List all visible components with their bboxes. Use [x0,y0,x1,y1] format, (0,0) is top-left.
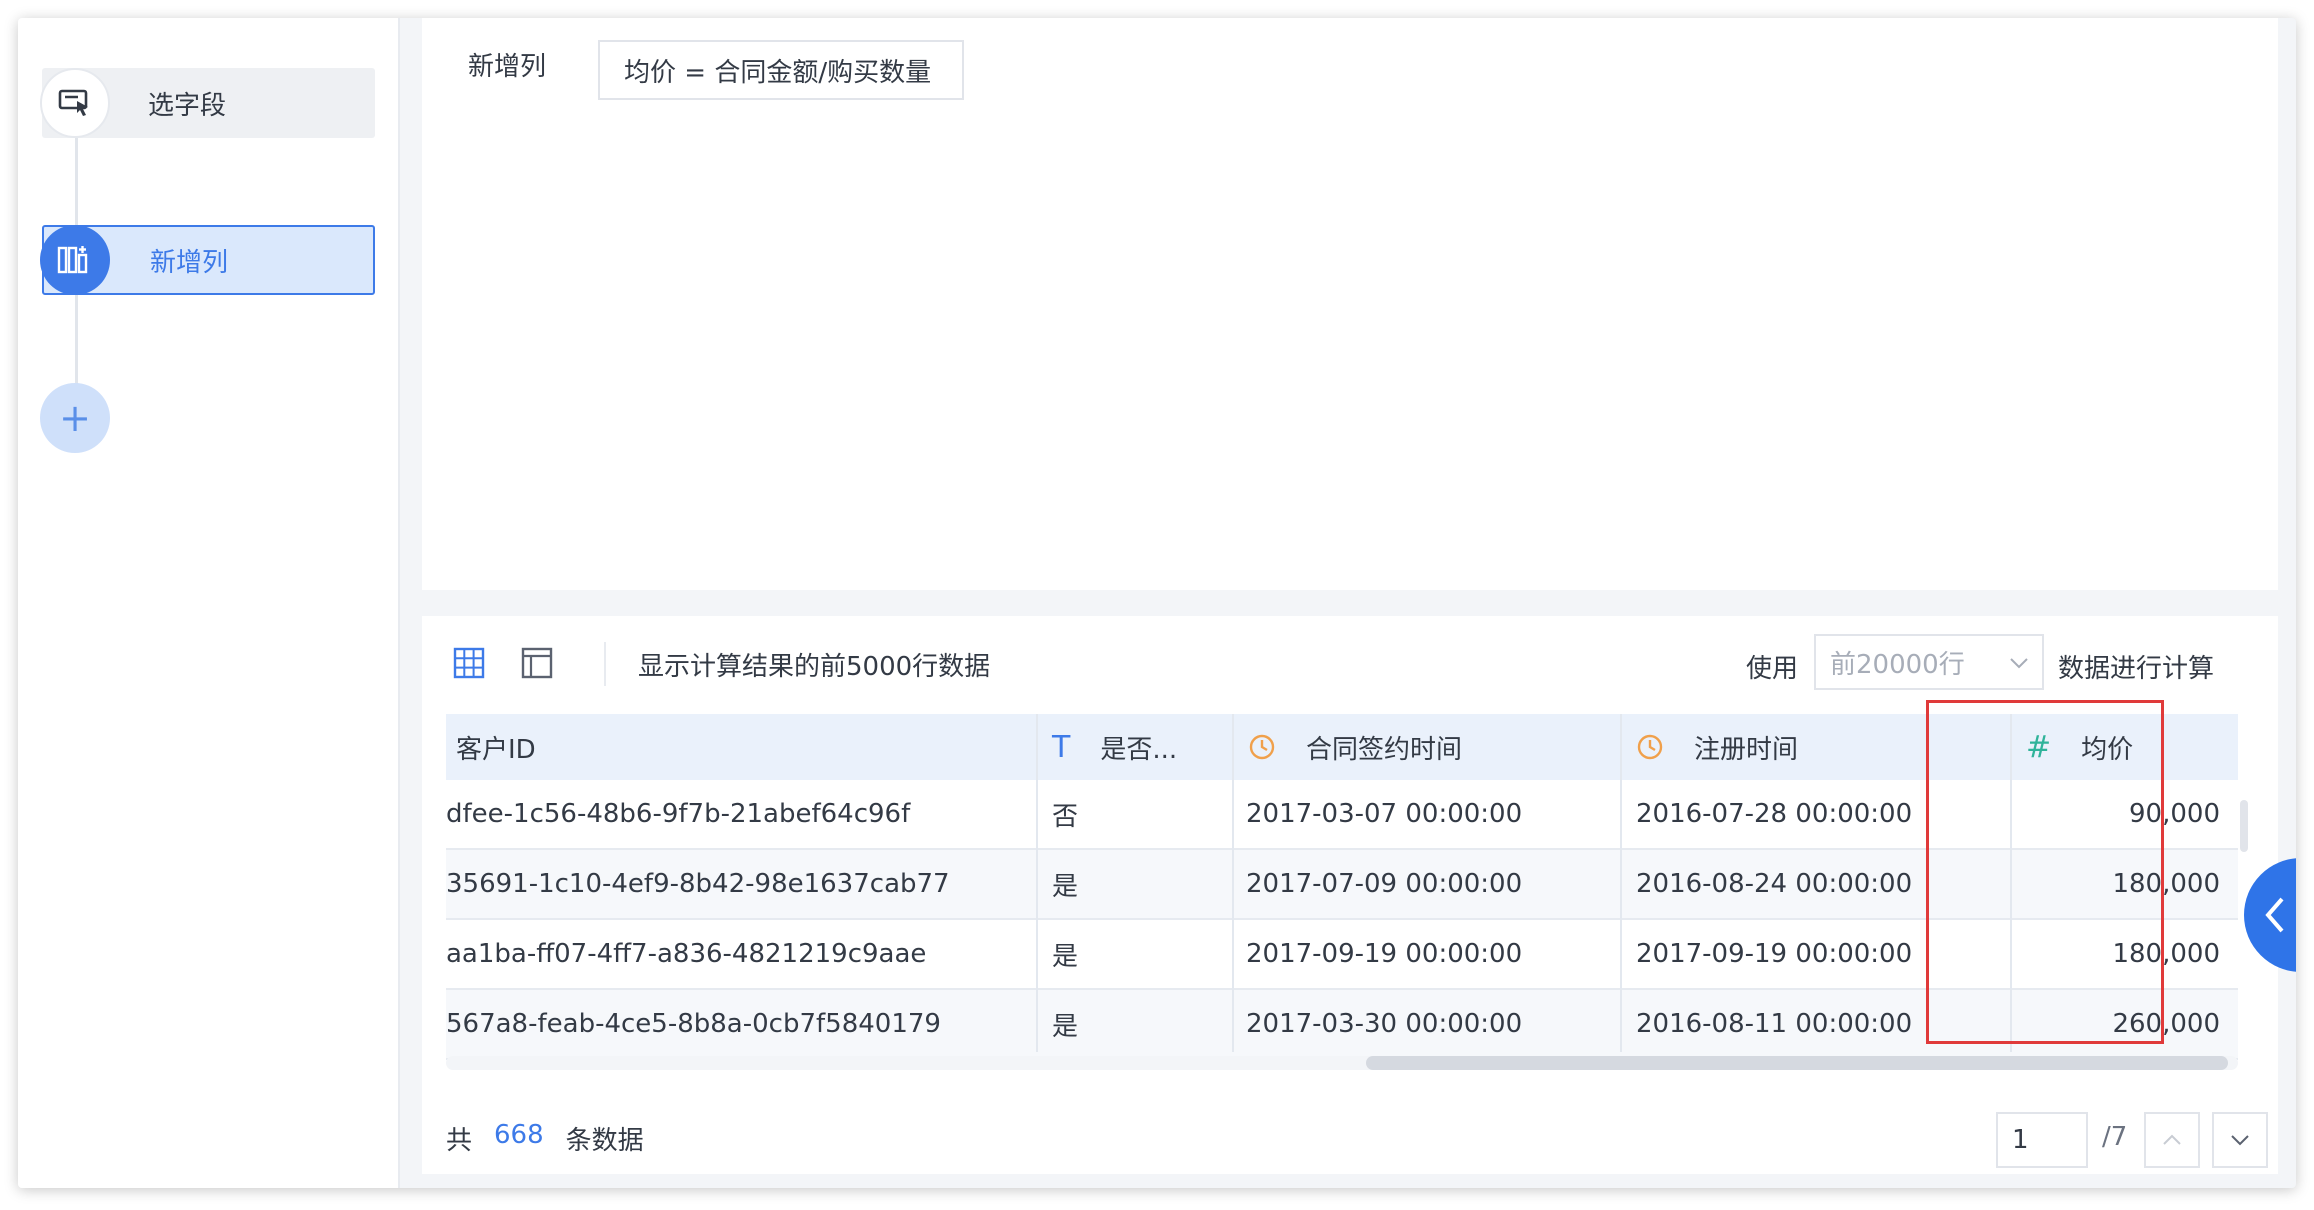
select-field-icon [40,68,110,138]
cell-register-time: 2016-07-28 00:00:00 [1636,799,1913,829]
next-page-button[interactable] [2212,1112,2268,1168]
new-column-label: 新增列 [468,52,547,82]
config-panel: 新增列 均价 = 合同金额/购买数量 [422,18,2278,590]
layout-view-icon[interactable] [520,646,554,680]
rows-select[interactable]: 前20000行 [1814,634,2044,690]
plus-icon: + [59,396,91,440]
cell-avg-price: 180,000 [2112,869,2220,899]
table-view-icon[interactable] [452,646,486,680]
formula-chip[interactable]: 均价 = 合同金额/购买数量 [598,40,964,100]
step-select-fields-label: 选字段 [148,90,227,121]
cell-contract-time: 2017-03-30 00:00:00 [1246,1009,1523,1039]
rows-select-value: 前20000行 [1830,649,1965,680]
table-row[interactable]: 567a8-feab-4ce5-8b8a-0cb7f5840179 是 2017… [446,990,2238,1060]
cell-contract-time: 2017-03-07 00:00:00 [1246,799,1523,829]
cell-customer-id: dfee-1c56-48b6-9f7b-21abef64c96f [446,799,911,829]
column-header-customer-id[interactable]: 客户ID [456,714,1036,780]
calc-label: 数据进行计算 [2058,654,2215,684]
column-header-avg-price[interactable]: # 均价 [2010,714,2238,780]
row-count-prefix: 共 [446,1126,473,1156]
formula-text: 均价 = 合同金额/购买数量 [624,57,932,88]
column-header-contract-time[interactable]: 合同签约时间 [1232,714,1620,780]
prev-page-button[interactable] [2144,1112,2200,1168]
page-total: /7 [2102,1122,2128,1152]
cell-register-time: 2017-09-19 00:00:00 [1636,939,1913,969]
row-count-value: 668 [494,1120,544,1150]
toolbar-divider [604,642,606,686]
number-type-icon: # [2026,729,2052,765]
cell-customer-id: 567a8-feab-4ce5-8b8a-0cb7f5840179 [446,1009,941,1039]
cell-customer-id: 35691-1c10-4ef9-8b42-98e1637cab77 [446,869,950,899]
step-select-fields[interactable]: 选字段 [40,68,375,138]
column-divider [1232,714,1234,1052]
chevron-up-icon [2163,1134,2181,1145]
cell-flag: 是 [1052,871,1079,902]
cell-avg-price: 90,000 [2129,799,2220,829]
page-number-input[interactable]: 1 [1996,1112,2088,1168]
chevron-down-icon [2010,658,2028,669]
chevron-down-icon [2231,1135,2249,1146]
preview-info-text: 显示计算结果的前5000行数据 [638,652,991,682]
cell-flag: 是 [1052,1011,1079,1042]
vertical-scrollbar-thumb[interactable] [2240,800,2248,852]
cell-contract-time: 2017-07-09 00:00:00 [1246,869,1523,899]
grid-header: 客户ID T 是否... 合同签约时间 注册时间 # 均价 [446,714,2238,780]
column-header-register-time[interactable]: 注册时间 [1620,714,2010,780]
step-add-column[interactable]: 新增列 [40,225,375,295]
add-column-icon [40,225,110,295]
use-label: 使用 [1746,654,1799,684]
cell-register-time: 2016-08-24 00:00:00 [1636,869,1913,899]
column-divider [1620,714,1622,1052]
text-type-icon: T [1052,729,1071,765]
cell-customer-id: aa1ba-ff07-4ff7-a836-4821219c9aae [446,939,927,969]
row-count: 共 668 条数据 [446,1120,644,1157]
column-header-flag[interactable]: T 是否... [1036,714,1232,780]
chevron-left-icon [2265,897,2284,933]
table-row[interactable]: dfee-1c56-48b6-9f7b-21abef64c96f 否 2017-… [446,780,2238,850]
cell-avg-price: 180,000 [2112,939,2220,969]
table-row[interactable]: aa1ba-ff07-4ff7-a836-4821219c9aae 是 2017… [446,920,2238,990]
preview-panel: 显示计算结果的前5000行数据 使用 前20000行 数据进行计算 客户ID T… [422,616,2278,1174]
cell-avg-price: 260,000 [2112,1009,2220,1039]
column-divider [1036,714,1038,1052]
app-window: 选字段 新增列 + 新增列 均价 = 合同金额/购买数量 显示计算结果的前500… [18,18,2296,1188]
add-step-button[interactable]: + [40,383,110,453]
table-row[interactable]: 35691-1c10-4ef9-8b42-98e1637cab77 是 2017… [446,850,2238,920]
row-count-suffix: 条数据 [565,1126,644,1156]
horizontal-scrollbar-thumb[interactable] [1366,1056,2228,1070]
clock-icon [1637,734,1663,760]
cell-flag: 是 [1052,941,1079,972]
clock-icon [1249,734,1275,760]
step-add-column-label: 新增列 [150,247,229,278]
cell-contract-time: 2017-09-19 00:00:00 [1246,939,1523,969]
steps-sidebar: 选字段 新增列 + [18,18,400,1188]
cell-flag: 否 [1052,801,1079,832]
cell-register-time: 2016-08-11 00:00:00 [1636,1009,1913,1039]
column-divider [2010,714,2012,1052]
data-grid: 客户ID T 是否... 合同签约时间 注册时间 # 均价 dfee-1c56-… [446,714,2238,1070]
